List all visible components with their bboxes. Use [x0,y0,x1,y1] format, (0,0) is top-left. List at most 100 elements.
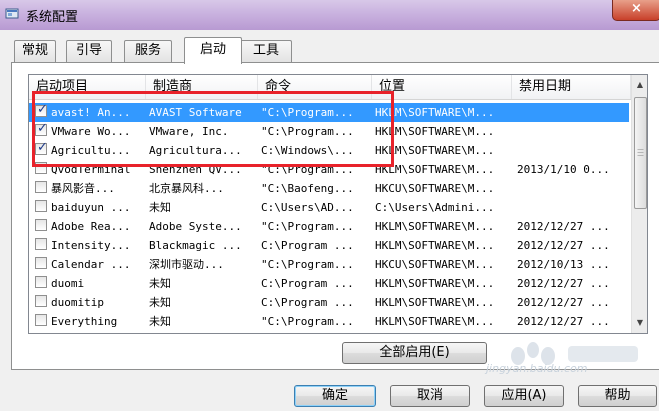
arrow-down-icon[interactable]: ▼ [632,315,647,331]
cell-item: Everything [51,315,118,328]
table-row[interactable]: Adobe Rea... Adobe Syste... "C:\Program...… [29,217,629,236]
cell-command: C:\Program ... [261,296,354,309]
vertical-scrollbar[interactable]: ▲ ― ― ― ▼ [631,75,647,333]
row-checkbox[interactable] [35,257,47,269]
table-row[interactable]: duomitip 未知 C:\Program ... HKLM\SOFTWARE\M.… [29,293,629,312]
table-row[interactable]: ✓ avast! An... AVAST Software "C:\Program..… [29,102,629,122]
cell-location: HKLM\SOFTWARE\M... [375,296,495,309]
cell-item: Adobe Rea... [51,220,131,233]
cell-item: Calendar ... [51,258,131,271]
cell-date: 2012/12/27 ... [517,296,610,309]
cell-maker: 北京暴风科... [149,182,224,195]
table-row[interactable]: baiduyun ... 未知 C:\Users\AD... C:\Users\Adm… [29,198,629,217]
msconfig-icon [5,8,19,19]
cell-maker: Blackmagic ... [149,239,242,252]
cell-maker: 深圳市驱动... [149,258,224,271]
cell-item: QvodTerminal [51,163,131,176]
row-checkbox[interactable] [35,162,47,174]
cell-command: "C:\Baofeng... [261,182,354,195]
row-checkbox[interactable] [35,219,47,231]
row-checkbox[interactable]: ✓ [35,121,48,136]
cell-maker: Agricultura... [149,144,242,157]
cell-item: Agricultu... [51,144,131,157]
tab-startup[interactable]: 启动 [184,37,242,64]
tab-services[interactable]: 服务 [124,40,172,62]
cell-item: duomitip [51,296,104,309]
cell-command: C:\Program ... [261,277,354,290]
window-title: 系统配置 [26,10,79,25]
title-bar[interactable]: 系统配置 × [0,0,659,30]
cell-location: HKCU\SOFTWARE\M... [375,182,495,195]
tab-tools[interactable]: 工具 [240,40,292,62]
cell-command: C:\Program ... [261,239,354,252]
cell-date: 2012/12/27 ... [517,277,610,290]
grip-icon: ― ― ― [637,146,644,159]
cell-location: C:\Users\Admini... [375,201,495,214]
checkmark-icon: ✓ [37,140,48,155]
row-checkbox[interactable] [35,276,47,288]
tab-general[interactable]: 常规 [14,40,56,62]
table-row[interactable]: duomi 未知 C:\Program ... HKLM\SOFTWARE\M... 2… [29,274,629,293]
cell-date [517,103,629,122]
table-row[interactable]: ✓ Agricultu... Agricultura... C:\Windows\..… [29,140,629,160]
row-checkbox[interactable] [35,200,47,212]
row-checkbox[interactable]: ✓ [35,102,48,117]
cell-date: 2012/10/13 ... [517,258,610,271]
column-header-item[interactable]: 启动项目 [29,75,146,99]
row-checkbox[interactable] [35,181,47,193]
cancel-button[interactable]: 取消 [390,385,470,407]
checkmark-icon: ✓ [37,102,48,117]
help-button[interactable]: 帮助 [578,385,657,407]
column-header-location[interactable]: 位置 [372,75,512,99]
cell-item: avast! An... [51,106,131,119]
row-checkbox[interactable] [35,295,47,307]
list-header: 启动项目 制造商 命令 位置 禁用日期 [29,75,635,100]
cell-date [517,122,629,141]
cell-maker: AVAST Software [149,106,242,119]
cell-item: duomi [51,277,85,290]
row-checkbox[interactable] [35,314,47,326]
ok-button[interactable]: 确定 [294,385,376,407]
cell-item: VMware Wo... [51,125,131,138]
cell-date: 2012/12/27 ... [517,315,610,328]
table-row[interactable]: 暴风影音... 北京暴风科... "C:\Baofeng... HKCU\SOFTWA… [29,179,629,198]
startup-list[interactable]: 启动项目 制造商 命令 位置 禁用日期 ✓ avast! An... AVAST S… [28,74,648,334]
cell-maker: 未知 [149,296,171,309]
cell-date: 2013/1/10 0... [517,163,610,176]
enable-all-button[interactable]: 全部启用(E) [342,342,487,364]
cell-maker: Shenzhen QV... [149,163,242,176]
apply-button[interactable]: 应用(A) [484,385,564,407]
arrow-up-icon[interactable]: ▲ [632,77,647,93]
cell-date: 2012/12/27 ... [517,239,610,252]
cell-maker: VMware, Inc. [149,125,229,138]
cell-date [517,179,629,198]
column-header-maker[interactable]: 制造商 [146,75,258,99]
cell-date [517,198,629,217]
cell-command: "C:\Program... [261,125,354,138]
tab-boot[interactable]: 引导 [66,40,112,62]
table-row[interactable]: ✓ VMware Wo... VMware, Inc. "C:\Program... H… [29,121,629,141]
cell-maker: Adobe Syste... [149,220,242,233]
column-header-disabled-date[interactable]: 禁用日期 [512,75,631,99]
cell-location: HKLM\SOFTWARE\M... [375,144,495,157]
cell-location: HKLM\SOFTWARE\M... [375,125,495,138]
cell-command: C:\Users\AD... [261,201,354,214]
cell-location: HKCU\SOFTWARE\M... [375,258,495,271]
row-checkbox[interactable] [35,238,47,250]
cell-command: "C:\Program... [261,106,354,119]
cell-maker: 未知 [149,315,171,328]
table-row[interactable]: Everything 未知 "C:\Program... HKLM\SOFTWARE\… [29,312,629,331]
table-row[interactable]: QvodTerminal Shenzhen QV... "C:\Program...… [29,160,629,179]
table-row[interactable]: Intensity... Blackmagic ... C:\Program ...… [29,236,629,255]
scrollbar-thumb[interactable]: ― ― ― [634,97,647,209]
cell-date [517,141,629,160]
column-header-command[interactable]: 命令 [258,75,372,99]
cell-item: baiduyun ... [51,201,131,214]
row-checkbox[interactable]: ✓ [35,140,48,155]
cell-date: 2012/12/27 ... [517,220,610,233]
cell-location: HKLM\SOFTWARE\M... [375,315,495,328]
cell-command: "C:\Program... [261,163,354,176]
table-row[interactable]: Calendar ... 深圳市驱动... "C:\Program... HKCU\S… [29,255,629,274]
close-button[interactable]: × [612,0,659,21]
checkmark-icon: ✓ [37,121,48,136]
